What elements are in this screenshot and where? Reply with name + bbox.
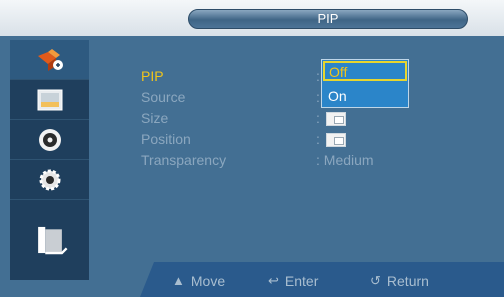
source-label[interactable]: Source <box>141 87 226 108</box>
size-label[interactable]: Size <box>141 108 226 129</box>
osd-menu: PIP PIP Source Size Position Transparenc… <box>0 0 504 297</box>
return-hint: ↺︎ Return <box>370 272 429 290</box>
sidebar <box>10 40 89 280</box>
transparency-value: Medium <box>323 152 374 168</box>
enter-icon: ↩︎ <box>268 273 279 288</box>
option-on[interactable]: On <box>322 85 408 107</box>
picture-icon <box>37 48 63 71</box>
pip-size-icon <box>326 111 346 126</box>
colon: : <box>316 152 320 168</box>
multi-control-icon <box>37 226 67 255</box>
return-label: Return <box>386 273 429 289</box>
sidebar-item-display[interactable] <box>10 80 89 120</box>
sound-icon <box>38 128 61 151</box>
sidebar-item-multi-control[interactable] <box>10 200 89 280</box>
position-value-row: : <box>316 129 374 150</box>
sidebar-item-setup[interactable] <box>10 160 89 200</box>
colon: : <box>316 131 320 147</box>
option-off[interactable]: Off <box>323 61 407 81</box>
sidebar-item-sound[interactable] <box>10 120 89 160</box>
pip-dropdown[interactable]: Off On <box>321 59 409 108</box>
display-icon <box>37 89 62 110</box>
footer-help-bar: ▲︎ Move ↩︎ Enter ↺︎ Return <box>140 262 504 297</box>
transparency-value-row: : Medium <box>316 150 374 171</box>
setup-icon <box>39 169 60 190</box>
title-bar: PIP <box>0 0 504 36</box>
enter-label: Enter <box>284 273 319 289</box>
settings-labels: PIP Source Size Position Transparency <box>141 66 226 171</box>
enter-hint: ↩︎ Enter <box>268 272 318 290</box>
sidebar-item-picture[interactable] <box>10 40 89 80</box>
colon: : <box>316 110 320 126</box>
size-value-row: : <box>316 108 374 129</box>
position-label[interactable]: Position <box>141 129 226 150</box>
move-label: Move <box>190 273 226 289</box>
up-down-arrow-icon: ▲︎ <box>172 273 185 288</box>
transparency-label[interactable]: Transparency <box>141 150 226 171</box>
pip-position-icon <box>326 132 346 147</box>
menu-title: PIP <box>188 9 468 29</box>
return-icon: ↺︎ <box>370 273 381 288</box>
move-hint: ▲︎ Move <box>172 272 225 290</box>
pip-label[interactable]: PIP <box>141 66 226 87</box>
